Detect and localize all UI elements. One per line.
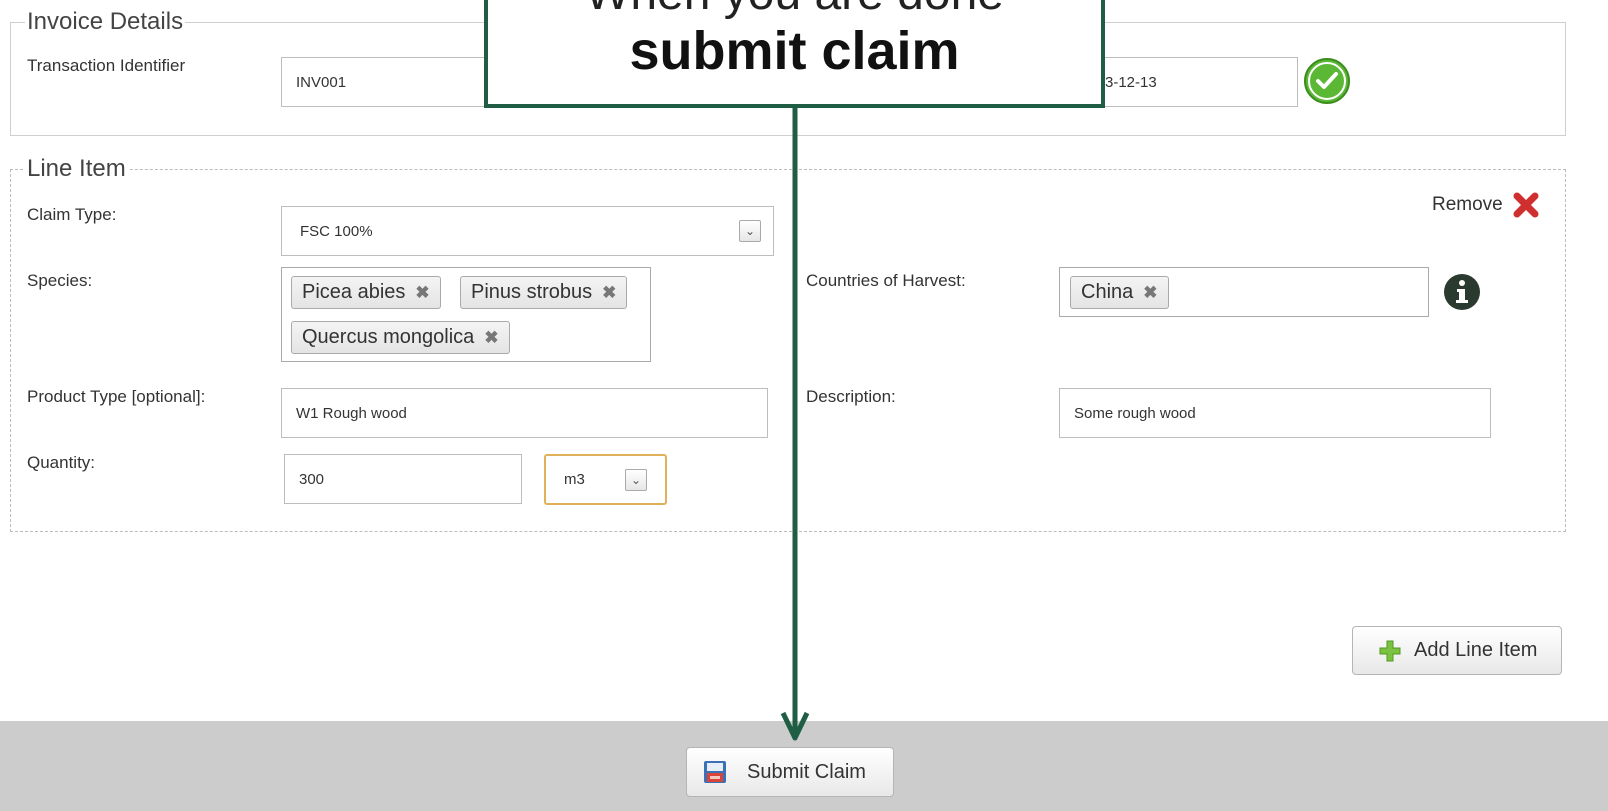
check-circle-icon [1303,57,1351,105]
remove-label: Remove [1432,194,1503,215]
unit-select[interactable]: m3 ⌄ [544,454,667,505]
line-item-legend: Line Item [27,155,126,182]
info-icon[interactable] [1443,273,1481,311]
description-label: Description: [806,387,896,406]
country-tag: China ✖ [1070,276,1169,309]
countries-of-harvest-label: Countries of Harvest: [806,271,966,290]
invoice-date-input[interactable]: 3-12-13 [1100,57,1298,107]
claim-type-label: Claim Type: [27,205,117,224]
callout-line1: When you are done [488,0,1101,21]
claim-type-value: FSC 100% [300,222,373,240]
invoice-details-legend: Invoice Details [27,8,184,35]
species-tag: Pinus strobus ✖ [460,276,628,309]
product-type-input[interactable]: W1 Rough wood [281,388,768,438]
species-label: Species: [27,271,93,290]
unit-value: m3 [564,471,585,488]
callout-arrow [780,106,810,741]
submit-claim-label: Submit Claim [747,760,866,783]
tag-remove-icon[interactable]: ✖ [602,283,616,303]
remove-x-icon [1513,192,1539,218]
submit-claim-button[interactable]: Submit Claim [686,747,894,797]
invoice-date-value: 3-12-13 [1105,73,1157,91]
chevron-down-icon: ⌄ [625,469,647,491]
species-tag: Quercus mongolica ✖ [291,321,510,354]
species-tag: Picea abies ✖ [291,276,441,309]
quantity-input[interactable]: 300 [284,454,522,504]
chevron-down-icon: ⌄ [739,220,761,242]
transaction-identifier-label: Transaction Identifier [27,56,186,75]
plus-icon [1379,640,1401,661]
tag-remove-icon[interactable]: ✖ [484,328,498,348]
species-tag-input[interactable]: Picea abies ✖ Pinus strobus ✖ Quercus mong… [281,267,651,362]
quantity-label: Quantity: [27,453,96,472]
description-input[interactable]: Some rough wood [1059,388,1491,438]
add-line-item-label: Add Line Item [1414,639,1538,661]
instruction-callout: When you are done submit claim [484,0,1105,108]
tag-remove-icon[interactable]: ✖ [415,283,429,303]
transaction-identifier-input[interactable]: INV001 [281,57,491,107]
countries-tag-input[interactable]: China ✖ [1059,267,1429,317]
product-type-label: Product Type [optional]: [27,387,206,406]
claim-type-select[interactable]: FSC 100% ⌄ [281,206,774,256]
remove-line-item-button[interactable]: Remove [1432,190,1541,220]
save-icon [704,761,726,783]
add-line-item-button[interactable]: Add Line Item [1352,626,1562,675]
callout-line2: submit claim [629,21,960,81]
tag-remove-icon[interactable]: ✖ [1143,283,1157,303]
